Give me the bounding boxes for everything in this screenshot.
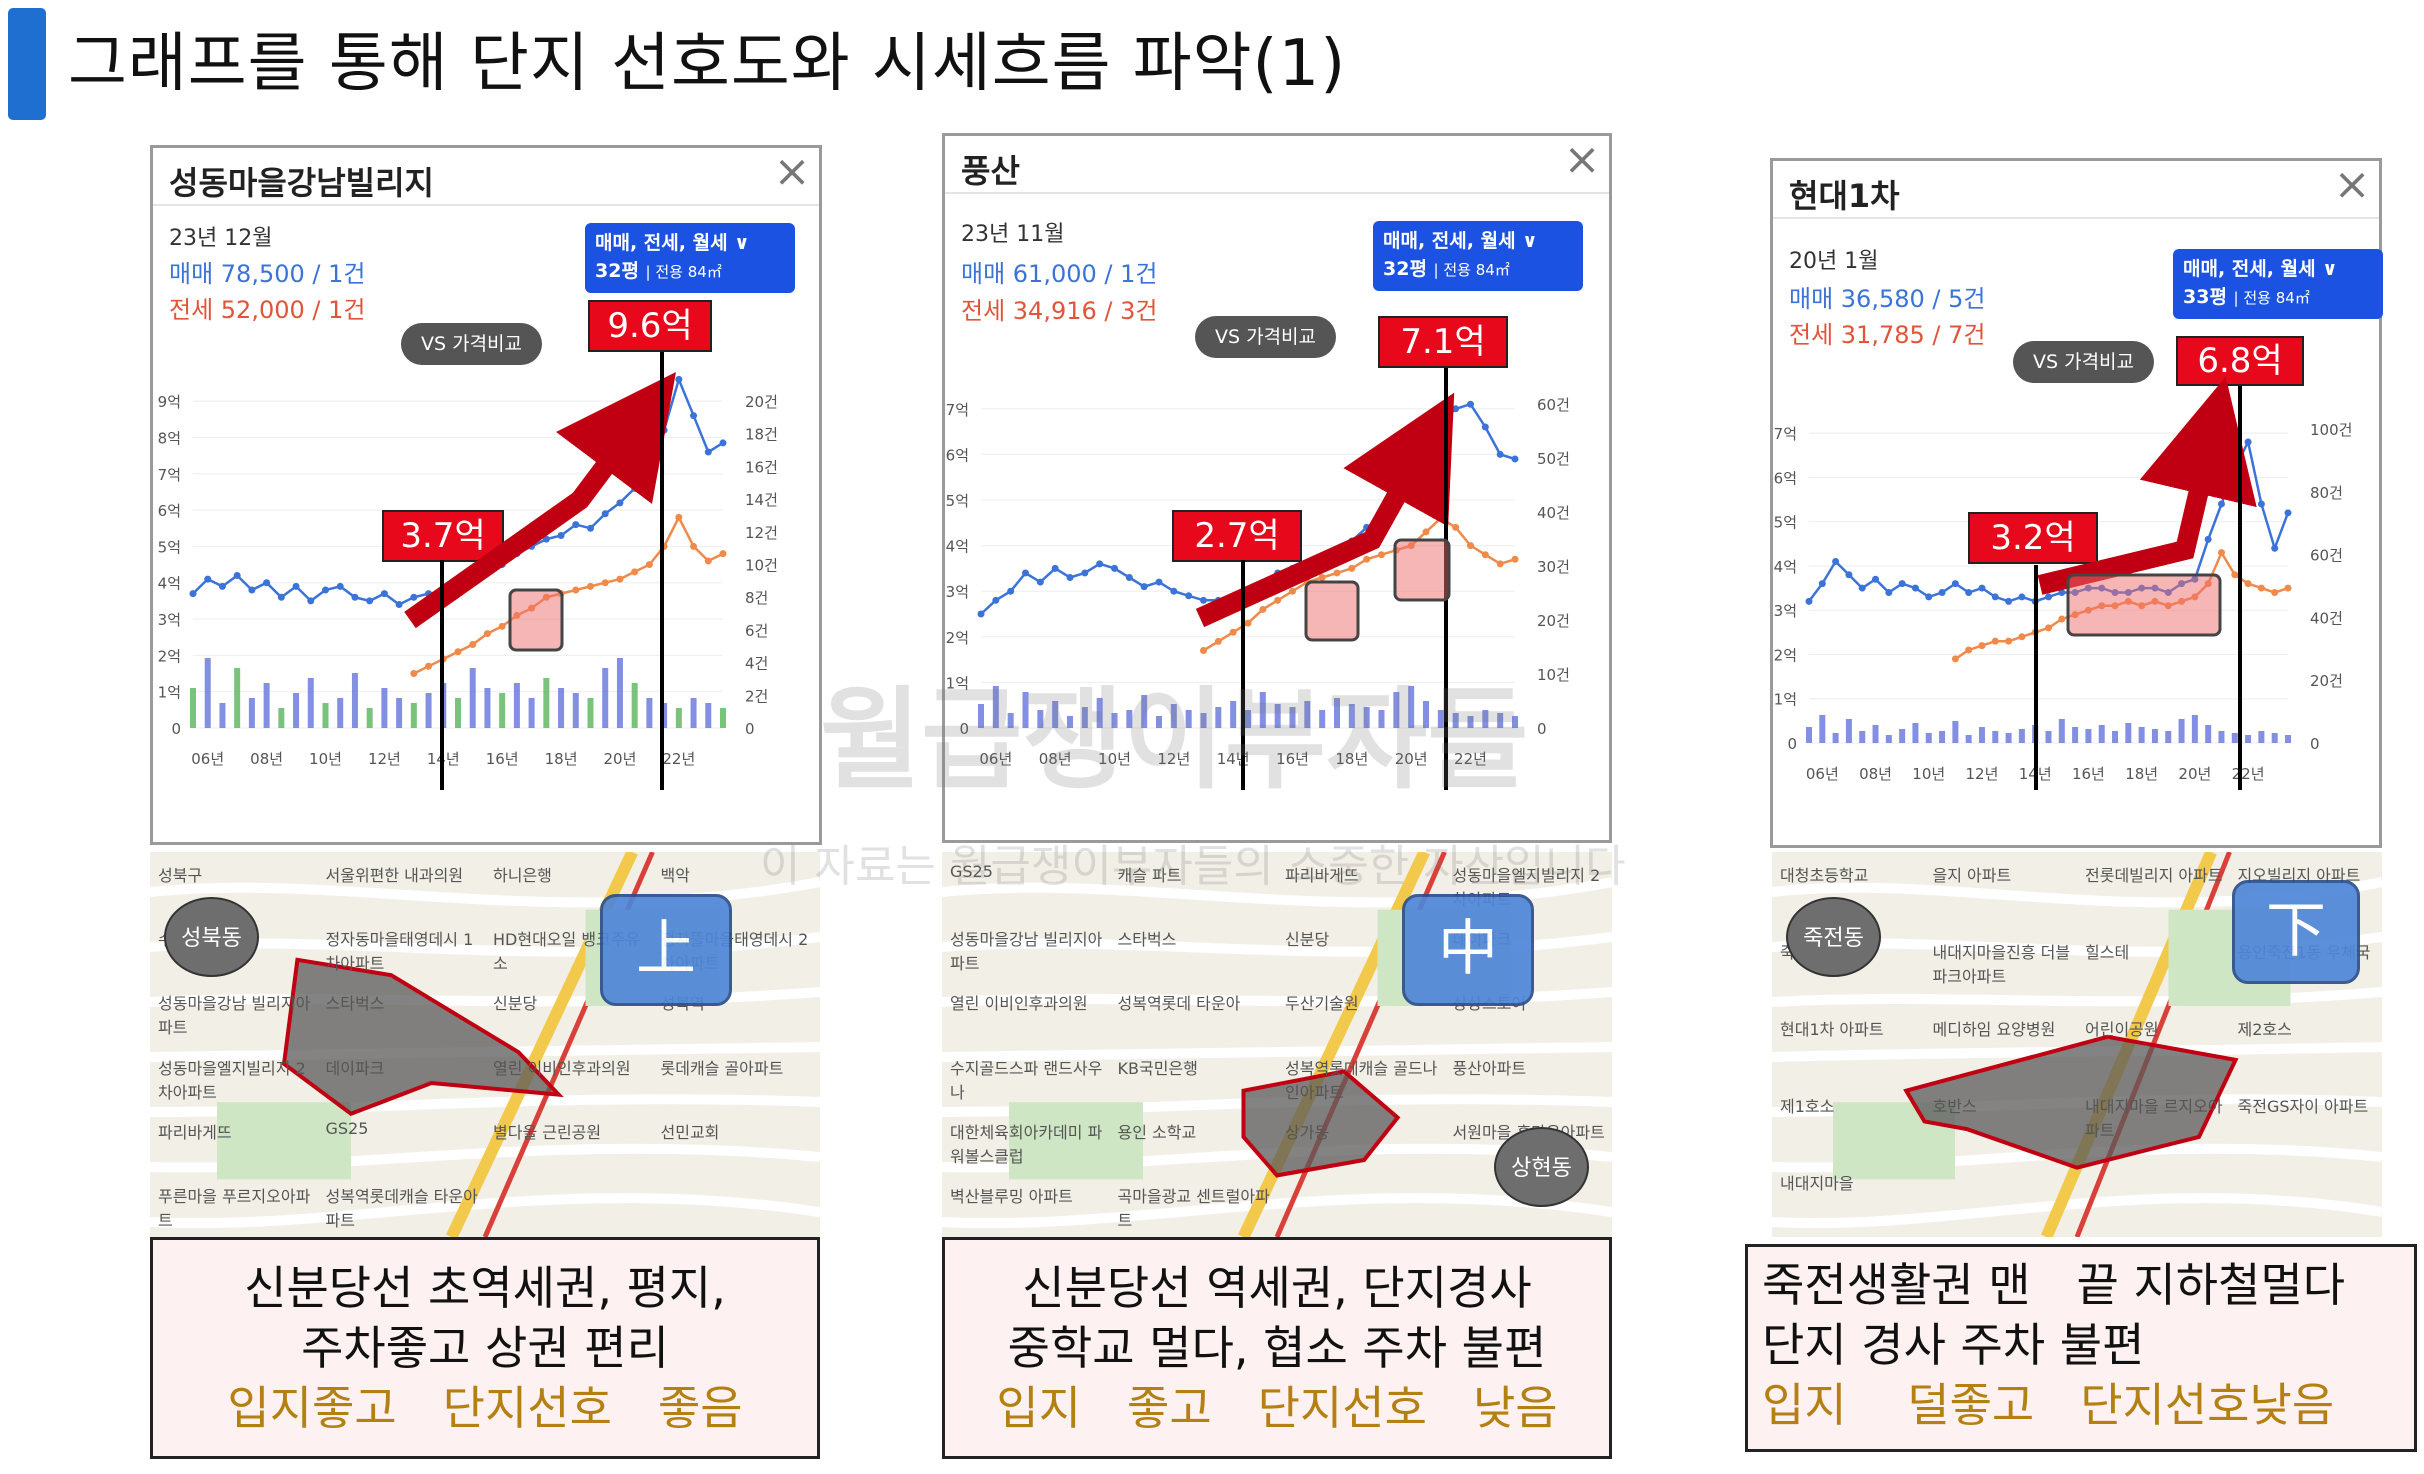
map-label: 두산기술원 (1285, 994, 1359, 1014)
map-label: 성동마을엘지빌리지 2차아파트 (158, 1058, 306, 1102)
map-label: 별다울 근린공원 (493, 1122, 602, 1142)
map-label: 스타벅스 (1117, 930, 1177, 950)
location-map-3[interactable]: 대청초등학교을지 아파트전롯데빌리지 아파트지오빌리지 아파트죽전1동내대지마을… (1772, 852, 2382, 1237)
map-label: 호반스 (1932, 1097, 1977, 1116)
map-label: 용인 소학교 (1117, 1122, 1197, 1142)
map-label: 서울위편한 내과의원 (325, 866, 464, 885)
map-label: 제2호스 (2237, 1020, 2292, 1039)
map-label: 스타벅스 (325, 994, 385, 1014)
map-label: 데이파크 (325, 1058, 385, 1078)
map-label: 내대지마을 (1780, 1174, 1854, 1193)
slide: 그래프를 통해 단지 선호도와 시세흐름 파악(1) 성동마을강남빌리지 × 2… (0, 0, 2424, 1474)
map-label: 선민교회 (660, 1122, 720, 1142)
map-label: 을지 아파트 (1932, 866, 2012, 885)
trend-arrow-1 (404, 352, 676, 790)
watermark: 월급쟁이부자들 (820, 676, 1529, 804)
map-label: 어린이공원 (2085, 1020, 2159, 1039)
map-label: 정자동마을태영데시 1차아파트 (325, 930, 474, 974)
map-label: 성복역롯데캐슬 타운아파트 (325, 1186, 478, 1230)
trend-arrow-3 (2034, 376, 2257, 790)
location-map-2[interactable]: GS25캐슬 파트파리바게뜨성동마을엘지빌리지 2차아파트성동마을강남 빌리지아… (942, 852, 1612, 1237)
map-label: 열린 이비인후과의원 (950, 994, 1088, 1014)
map-label: KB국민은행 (1117, 1058, 1198, 1078)
map-label: 곡마을광교 센트럴아파트 (1117, 1186, 1270, 1230)
map-label: 열린 이비인후과의원 (493, 1058, 631, 1078)
map-label: 푸른마을 푸르지오아파트 (158, 1186, 311, 1230)
map-label: 성동마을강남 빌리지아파트 (158, 994, 311, 1038)
district-badge: 상현동 (1494, 1127, 1589, 1207)
map-label: 죽전GS자이 아파트 (2237, 1097, 2369, 1116)
map-label: 벽산블루밍 아파트 (950, 1186, 1073, 1206)
grade-badge: 中 (1402, 894, 1534, 1006)
map-label: 하니은행 (493, 866, 552, 885)
location-map-1[interactable]: 성북구서울위편한 내과의원하니은행백악수지도 블한캠정자동마을태영데시 1차아파… (150, 852, 820, 1237)
map-label: 대청초등학교 (1780, 866, 1869, 885)
map-label: 성동마을강남 빌리지아파트 (950, 930, 1103, 974)
district-badge: 성북동 (164, 897, 259, 977)
summary-box-1: 신분당선 초역세권, 평지, 주차좋고 상권 편리 입지좋고 단지선호 좋음 (150, 1237, 820, 1459)
watermark-sub: 이 자료는 월급쟁이부자들의 소중한 자산입니다 (760, 841, 1626, 892)
map-label: 힐스테 (2085, 943, 2130, 962)
map-label: 성북구 (158, 866, 203, 885)
map-label: 롯데캐슬 골아파트 (660, 1058, 784, 1078)
complex-boundary (281, 957, 564, 1117)
summary-box-3: 죽전생활권 맨 끝 지하철멀다 단지 경사 주차 불편 입지 덜좋고 단지선호낮… (1745, 1244, 2417, 1452)
map-label: 신분당 (493, 994, 538, 1014)
map-label: 풍산아파트 (1452, 1058, 1527, 1078)
map-label: GS25 (325, 1118, 369, 1138)
grade-badge: 下 (2232, 880, 2360, 984)
map-label: 현대1차 아파트 (1780, 1020, 1884, 1039)
district-badge: 죽전동 (1786, 897, 1881, 977)
map-label: 내대지마을 르지오아파트 (2085, 1097, 2223, 1140)
summary-box-2: 신분당선 역세권, 단지경사 중학교 멀다, 협소 주차 불편 입지 좋고 단지… (942, 1237, 1612, 1459)
map-label: 신분당 (1285, 930, 1330, 950)
map-label: 백악 (660, 866, 690, 885)
map-label: 내대지마을진흥 더블파크아파트 (1932, 943, 2071, 986)
map-label: 상가동 (1285, 1122, 1330, 1142)
map-label: 수지골드스파 랜드사우나 (950, 1058, 1103, 1102)
map-label: 성복역롯데캐슬 골드나인아파트 (1285, 1058, 1438, 1102)
map-label: 대한체육회아카데미 파워볼스클럽 (950, 1122, 1103, 1166)
map-label: 제1호소 (1780, 1097, 1835, 1116)
map-label: 메디하임 요양병원 (1932, 1020, 2056, 1039)
map-label: 파리바게뜨 (158, 1122, 232, 1142)
map-label: 성복역롯데 타운아 (1117, 994, 1241, 1014)
map-label: 전롯데빌리지 아파트 (2085, 866, 2223, 885)
grade-badge: 上 (600, 894, 732, 1006)
